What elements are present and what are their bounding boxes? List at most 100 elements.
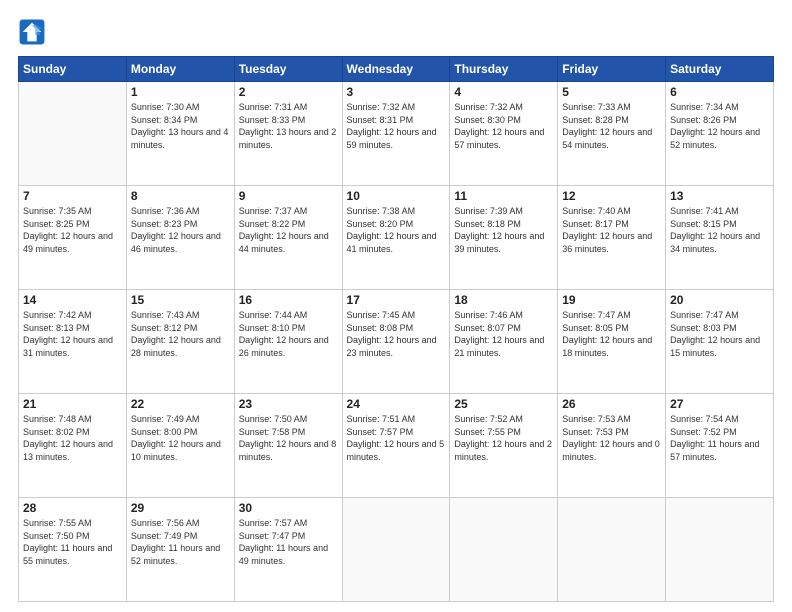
day-cell: 10 Sunrise: 7:38 AMSunset: 8:20 PMDayligh… bbox=[342, 186, 450, 290]
day-number: 21 bbox=[23, 397, 122, 411]
day-number: 27 bbox=[670, 397, 769, 411]
day-info: Sunrise: 7:56 AMSunset: 7:49 PMDaylight:… bbox=[131, 517, 230, 567]
day-cell: 27 Sunrise: 7:54 AMSunset: 7:52 PMDayligh… bbox=[666, 394, 774, 498]
day-cell bbox=[19, 82, 127, 186]
weekday-wednesday: Wednesday bbox=[342, 57, 450, 82]
day-info: Sunrise: 7:36 AMSunset: 8:23 PMDaylight:… bbox=[131, 205, 230, 255]
day-info: Sunrise: 7:43 AMSunset: 8:12 PMDaylight:… bbox=[131, 309, 230, 359]
day-number: 23 bbox=[239, 397, 338, 411]
day-info: Sunrise: 7:53 AMSunset: 7:53 PMDaylight:… bbox=[562, 413, 661, 463]
day-number: 26 bbox=[562, 397, 661, 411]
day-info: Sunrise: 7:41 AMSunset: 8:15 PMDaylight:… bbox=[670, 205, 769, 255]
day-cell: 2 Sunrise: 7:31 AMSunset: 8:33 PMDaylight… bbox=[234, 82, 342, 186]
day-cell: 17Sunrise: 7:45 AMSunset: 8:08 PMDayligh… bbox=[342, 290, 450, 394]
day-cell: 6Sunrise: 7:34 AMSunset: 8:26 PMDaylight… bbox=[666, 82, 774, 186]
weekday-header-row: SundayMondayTuesdayWednesdayThursdayFrid… bbox=[19, 57, 774, 82]
day-number: 1 bbox=[131, 85, 230, 99]
week-row-3: 14Sunrise: 7:42 AMSunset: 8:13 PMDayligh… bbox=[19, 290, 774, 394]
day-cell: 20Sunrise: 7:47 AMSunset: 8:03 PMDayligh… bbox=[666, 290, 774, 394]
day-number: 10 bbox=[347, 189, 446, 203]
day-number: 7 bbox=[23, 189, 122, 203]
day-info: Sunrise: 7:55 AMSunset: 7:50 PMDaylight:… bbox=[23, 517, 122, 567]
week-row-4: 21Sunrise: 7:48 AMSunset: 8:02 PMDayligh… bbox=[19, 394, 774, 498]
day-cell: 4 Sunrise: 7:32 AMSunset: 8:30 PMDaylight… bbox=[450, 82, 558, 186]
header bbox=[18, 18, 774, 46]
day-cell: 5 Sunrise: 7:33 AMSunset: 8:28 PMDaylight… bbox=[558, 82, 666, 186]
day-info: Sunrise: 7:52 AMSunset: 7:55 PMDaylight:… bbox=[454, 413, 553, 463]
day-cell: 21Sunrise: 7:48 AMSunset: 8:02 PMDayligh… bbox=[19, 394, 127, 498]
day-cell: 14Sunrise: 7:42 AMSunset: 8:13 PMDayligh… bbox=[19, 290, 127, 394]
day-number: 18 bbox=[454, 293, 553, 307]
day-number: 17 bbox=[347, 293, 446, 307]
calendar-page: SundayMondayTuesdayWednesdayThursdayFrid… bbox=[0, 0, 792, 612]
day-cell: 25 Sunrise: 7:52 AMSunset: 7:55 PMDayligh… bbox=[450, 394, 558, 498]
logo bbox=[18, 18, 50, 46]
day-cell: 29 Sunrise: 7:56 AMSunset: 7:49 PMDayligh… bbox=[126, 498, 234, 602]
day-cell: 12 Sunrise: 7:40 AMSunset: 8:17 PMDayligh… bbox=[558, 186, 666, 290]
day-cell: 7 Sunrise: 7:35 AMSunset: 8:25 PMDaylight… bbox=[19, 186, 127, 290]
day-info: Sunrise: 7:39 AMSunset: 8:18 PMDaylight:… bbox=[454, 205, 553, 255]
day-cell: 15 Sunrise: 7:43 AMSunset: 8:12 PMDayligh… bbox=[126, 290, 234, 394]
day-number: 12 bbox=[562, 189, 661, 203]
weekday-sunday: Sunday bbox=[19, 57, 127, 82]
day-cell: 19 Sunrise: 7:47 AMSunset: 8:05 PMDayligh… bbox=[558, 290, 666, 394]
day-info: Sunrise: 7:40 AMSunset: 8:17 PMDaylight:… bbox=[562, 205, 661, 255]
week-row-2: 7 Sunrise: 7:35 AMSunset: 8:25 PMDaylight… bbox=[19, 186, 774, 290]
day-number: 30 bbox=[239, 501, 338, 515]
day-cell bbox=[450, 498, 558, 602]
calendar-table: SundayMondayTuesdayWednesdayThursdayFrid… bbox=[18, 56, 774, 602]
day-cell: 30Sunrise: 7:57 AMSunset: 7:47 PMDayligh… bbox=[234, 498, 342, 602]
day-cell: 16 Sunrise: 7:44 AMSunset: 8:10 PMDayligh… bbox=[234, 290, 342, 394]
day-info: Sunrise: 7:50 AMSunset: 7:58 PMDaylight:… bbox=[239, 413, 338, 463]
day-number: 28 bbox=[23, 501, 122, 515]
day-cell bbox=[666, 498, 774, 602]
day-number: 4 bbox=[454, 85, 553, 99]
day-number: 11 bbox=[454, 189, 553, 203]
day-info: Sunrise: 7:49 AMSunset: 8:00 PMDaylight:… bbox=[131, 413, 230, 463]
day-number: 29 bbox=[131, 501, 230, 515]
weekday-monday: Monday bbox=[126, 57, 234, 82]
day-cell: 28 Sunrise: 7:55 AMSunset: 7:50 PMDayligh… bbox=[19, 498, 127, 602]
day-number: 8 bbox=[131, 189, 230, 203]
day-info: Sunrise: 7:51 AMSunset: 7:57 PMDaylight:… bbox=[347, 413, 446, 463]
day-cell: 24Sunrise: 7:51 AMSunset: 7:57 PMDayligh… bbox=[342, 394, 450, 498]
day-cell: 1 Sunrise: 7:30 AMSunset: 8:34 PMDaylight… bbox=[126, 82, 234, 186]
week-row-5: 28 Sunrise: 7:55 AMSunset: 7:50 PMDayligh… bbox=[19, 498, 774, 602]
day-cell bbox=[558, 498, 666, 602]
day-info: Sunrise: 7:30 AMSunset: 8:34 PMDaylight:… bbox=[131, 101, 230, 151]
day-number: 15 bbox=[131, 293, 230, 307]
week-row-1: 1 Sunrise: 7:30 AMSunset: 8:34 PMDaylight… bbox=[19, 82, 774, 186]
day-number: 25 bbox=[454, 397, 553, 411]
day-info: Sunrise: 7:46 AMSunset: 8:07 PMDaylight:… bbox=[454, 309, 553, 359]
day-number: 9 bbox=[239, 189, 338, 203]
day-number: 2 bbox=[239, 85, 338, 99]
day-info: Sunrise: 7:47 AMSunset: 8:05 PMDaylight:… bbox=[562, 309, 661, 359]
day-cell: 3 Sunrise: 7:32 AMSunset: 8:31 PMDaylight… bbox=[342, 82, 450, 186]
day-cell: 18 Sunrise: 7:46 AMSunset: 8:07 PMDayligh… bbox=[450, 290, 558, 394]
day-info: Sunrise: 7:38 AMSunset: 8:20 PMDaylight:… bbox=[347, 205, 446, 255]
day-cell: 26 Sunrise: 7:53 AMSunset: 7:53 PMDayligh… bbox=[558, 394, 666, 498]
day-cell: 8 Sunrise: 7:36 AMSunset: 8:23 PMDaylight… bbox=[126, 186, 234, 290]
weekday-thursday: Thursday bbox=[450, 57, 558, 82]
weekday-saturday: Saturday bbox=[666, 57, 774, 82]
weekday-tuesday: Tuesday bbox=[234, 57, 342, 82]
day-info: Sunrise: 7:32 AMSunset: 8:30 PMDaylight:… bbox=[454, 101, 553, 151]
day-info: Sunrise: 7:47 AMSunset: 8:03 PMDaylight:… bbox=[670, 309, 769, 359]
day-number: 16 bbox=[239, 293, 338, 307]
day-cell: 22Sunrise: 7:49 AMSunset: 8:00 PMDayligh… bbox=[126, 394, 234, 498]
day-info: Sunrise: 7:54 AMSunset: 7:52 PMDaylight:… bbox=[670, 413, 769, 463]
day-info: Sunrise: 7:32 AMSunset: 8:31 PMDaylight:… bbox=[347, 101, 446, 151]
day-info: Sunrise: 7:31 AMSunset: 8:33 PMDaylight:… bbox=[239, 101, 338, 151]
day-info: Sunrise: 7:33 AMSunset: 8:28 PMDaylight:… bbox=[562, 101, 661, 151]
day-number: 14 bbox=[23, 293, 122, 307]
day-info: Sunrise: 7:44 AMSunset: 8:10 PMDaylight:… bbox=[239, 309, 338, 359]
day-cell: 11 Sunrise: 7:39 AMSunset: 8:18 PMDayligh… bbox=[450, 186, 558, 290]
day-cell bbox=[342, 498, 450, 602]
day-info: Sunrise: 7:37 AMSunset: 8:22 PMDaylight:… bbox=[239, 205, 338, 255]
day-number: 19 bbox=[562, 293, 661, 307]
logo-icon bbox=[18, 18, 46, 46]
day-info: Sunrise: 7:35 AMSunset: 8:25 PMDaylight:… bbox=[23, 205, 122, 255]
day-info: Sunrise: 7:34 AMSunset: 8:26 PMDaylight:… bbox=[670, 101, 769, 151]
day-number: 5 bbox=[562, 85, 661, 99]
day-number: 3 bbox=[347, 85, 446, 99]
